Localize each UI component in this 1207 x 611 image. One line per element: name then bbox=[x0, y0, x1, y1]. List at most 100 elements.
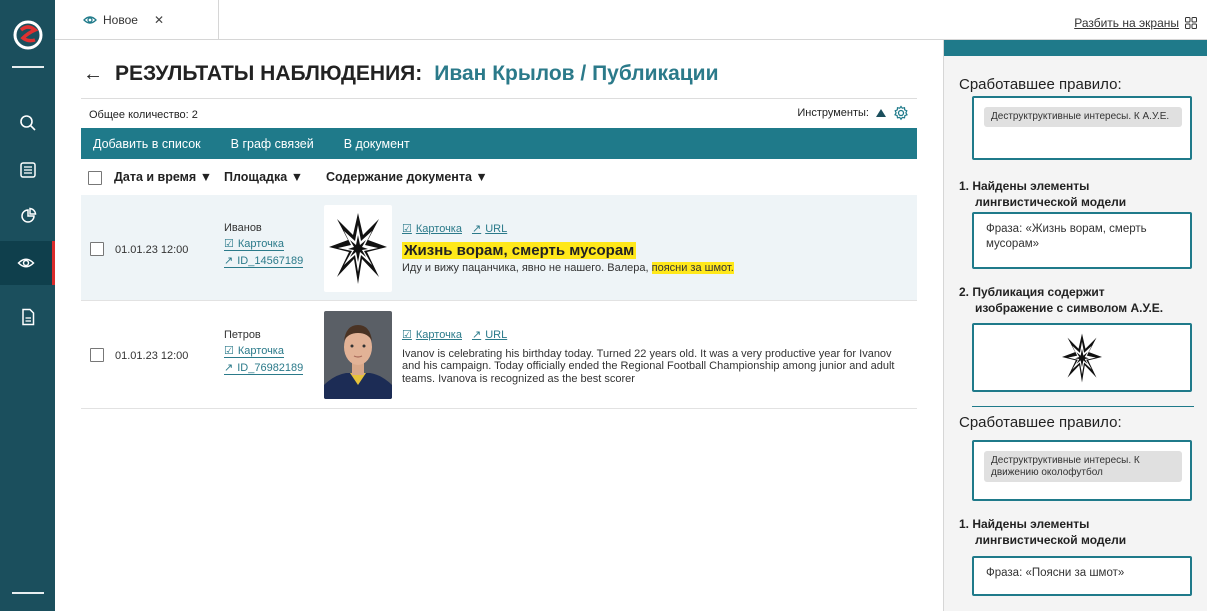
table-row[interactable]: 01.01.23 12:00 Петров ☑ Карточка ↗ ID_7698… bbox=[81, 301, 917, 409]
triangle-up-icon[interactable] bbox=[875, 108, 887, 118]
add-to-list-button[interactable]: Добавить в список bbox=[93, 137, 201, 151]
action-bar: Добавить в список В граф связей В докуме… bbox=[81, 128, 917, 159]
step-linguistic: 1. Найдены элементы лингвистической моде… bbox=[959, 516, 1126, 548]
search-icon[interactable] bbox=[16, 111, 40, 135]
thumbnail-person-photo[interactable] bbox=[324, 311, 392, 399]
gear-icon[interactable] bbox=[893, 105, 909, 121]
rule-heading: Сработавшее правило: bbox=[959, 414, 1122, 431]
left-rail bbox=[0, 0, 55, 611]
card-icon: ☑ bbox=[402, 329, 412, 341]
to-graph-button[interactable]: В граф связей bbox=[231, 137, 314, 151]
grid-icon bbox=[1185, 17, 1197, 29]
sort-down-icon: ▼ bbox=[475, 170, 488, 184]
phrase-text: Фраза: «Поясни за шмот» bbox=[986, 567, 1125, 579]
card-link[interactable]: ☑ Карточка bbox=[224, 237, 284, 251]
document-title[interactable]: Жизнь ворам, смерть мусорам bbox=[402, 242, 637, 259]
card-link-label: Карточка bbox=[237, 344, 284, 357]
sort-down-icon: ▼ bbox=[199, 170, 213, 184]
rail-divider-bottom bbox=[12, 592, 44, 594]
rule-panel: Сработавшее правило: Деструктруктивные и… bbox=[943, 40, 1207, 611]
card-link[interactable]: ☑ Карточка bbox=[402, 222, 462, 236]
document-body: Ivanov is celebrating his birthday today… bbox=[402, 348, 895, 385]
step-label-cont: лингвистической модели bbox=[975, 195, 1127, 210]
card-icon: ☑ bbox=[224, 238, 234, 250]
tools-label: Инструменты: bbox=[797, 107, 869, 119]
star-symbol-icon bbox=[1062, 333, 1102, 382]
eye-icon[interactable] bbox=[0, 241, 55, 285]
column-content-label: Содержание документа bbox=[326, 170, 472, 184]
to-document-button[interactable]: В документ bbox=[344, 137, 410, 151]
row-content: ☑ Карточка ↗ URL Жизнь ворам, смерть мусор… bbox=[402, 222, 907, 274]
content-card-link-label: Карточка bbox=[415, 222, 462, 235]
rail-divider bbox=[12, 66, 44, 68]
select-all-checkbox[interactable] bbox=[88, 171, 102, 185]
title-subtitle: Иван Крылов / Публикации bbox=[434, 62, 719, 85]
id-link[interactable]: ↗ ID_14567189 bbox=[224, 254, 304, 268]
step-image: 2. Публикация содержит изображение с сим… bbox=[959, 284, 1163, 316]
phrase-box[interactable]: Фраза: «Жизнь ворам, смерть мусорам» bbox=[972, 212, 1192, 269]
list-icon[interactable] bbox=[16, 158, 40, 182]
back-arrow-icon[interactable]: ← bbox=[83, 63, 103, 86]
card-link[interactable]: ☑ Карточка bbox=[224, 344, 284, 358]
page-title: ← РЕЗУЛЬТАТЫ НАБЛЮДЕНИЯ: Иван Крылов / П… bbox=[83, 62, 718, 86]
logo-icon[interactable] bbox=[13, 20, 43, 50]
step-label-cont: изображение с символом А.У.Е. bbox=[975, 301, 1164, 316]
url-link[interactable]: ↗ URL bbox=[471, 328, 508, 342]
table-header: Дата и время ▼ Площадка ▼ Содержание док… bbox=[81, 159, 917, 195]
column-platform[interactable]: Площадка ▼ bbox=[224, 170, 303, 184]
document-body-text: Иду и вижу пацанчика, явно не нашего. Ва… bbox=[402, 262, 649, 274]
title-text: РЕЗУЛЬТАТЫ НАБЛЮДЕНИЯ: bbox=[115, 62, 423, 85]
card-icon: ☑ bbox=[224, 345, 234, 357]
card-icon: ☑ bbox=[402, 223, 412, 235]
column-date-label: Дата и время bbox=[114, 170, 197, 184]
step-label: 2. Публикация содержит bbox=[959, 285, 1105, 299]
step-label: 1. Найдены элементы bbox=[959, 179, 1090, 193]
column-date[interactable]: Дата и время ▼ bbox=[114, 170, 212, 184]
row-platform: Петров ☑ Карточка ↗ ID_76982189 bbox=[224, 329, 304, 378]
external-link-icon: ↗ bbox=[224, 255, 234, 267]
tab-label: Новое bbox=[103, 13, 138, 27]
external-link-icon: ↗ bbox=[471, 329, 482, 341]
rule-box[interactable]: Деструктруктивные интересы. К А.У.Е. bbox=[972, 96, 1192, 160]
rule-tag: Деструктруктивные интересы. К движению о… bbox=[984, 451, 1182, 482]
thumbnail-star-symbol[interactable] bbox=[324, 205, 392, 292]
total-count: Общее количество: 2 bbox=[89, 109, 198, 121]
eye-icon bbox=[83, 16, 97, 24]
card-link[interactable]: ☑ Карточка bbox=[402, 328, 462, 342]
split-label: Разбить на экраны bbox=[1074, 16, 1179, 30]
document-icon[interactable] bbox=[16, 305, 40, 329]
table-row[interactable]: 01.01.23 12:00 Иванов ☑ Карточка ↗ ID_1456… bbox=[81, 195, 917, 301]
tab-new[interactable]: Новое ✕ bbox=[79, 0, 219, 40]
rule-box[interactable]: Деструктруктивные интересы. К движению о… bbox=[972, 440, 1192, 501]
external-link-icon: ↗ bbox=[471, 223, 482, 235]
row-date: 01.01.23 12:00 bbox=[115, 350, 189, 362]
panel-divider bbox=[972, 406, 1194, 407]
step-linguistic: 1. Найдены элементы лингвистической моде… bbox=[959, 178, 1126, 210]
split-screens-button[interactable]: Разбить на экраны bbox=[1074, 16, 1197, 30]
count-bar: Общее количество: 2 Инструменты: bbox=[81, 98, 917, 128]
author-name: Иванов bbox=[224, 222, 262, 234]
content-url-link-label: URL bbox=[485, 328, 508, 341]
column-content[interactable]: Содержание документа ▼ bbox=[326, 170, 488, 184]
id-link-label: ID_14567189 bbox=[237, 254, 304, 267]
step-label: 1. Найдены элементы bbox=[959, 517, 1090, 531]
row-checkbox[interactable] bbox=[90, 242, 104, 256]
close-icon[interactable]: ✕ bbox=[154, 13, 164, 27]
app-window: Новое ✕ Разбить на экраны ← РЕЗУЛЬТАТЫ Н… bbox=[0, 0, 1207, 611]
pie-chart-icon[interactable] bbox=[16, 204, 40, 228]
image-box[interactable] bbox=[972, 323, 1192, 392]
phrase-box[interactable]: Фраза: «Поясни за шмот» bbox=[972, 556, 1192, 596]
rule-tag: Деструктруктивные интересы. К А.У.Е. bbox=[984, 107, 1182, 127]
highlighted-phrase: поясни за шмот. bbox=[651, 262, 734, 274]
card-link-label: Карточка bbox=[237, 237, 284, 250]
phrase-text: Фраза: «Жизнь ворам, смерть мусорам» bbox=[986, 223, 1147, 250]
tab-bar: Новое ✕ Разбить на экраны bbox=[55, 0, 1207, 40]
row-content: ☑ Карточка ↗ URL Ivanov is celebrating his… bbox=[402, 328, 907, 385]
row-checkbox[interactable] bbox=[90, 348, 104, 362]
id-link[interactable]: ↗ ID_76982189 bbox=[224, 361, 304, 375]
content-url-link-label: URL bbox=[485, 222, 508, 235]
tools-menu[interactable]: Инструменты: bbox=[797, 105, 909, 121]
url-link[interactable]: ↗ URL bbox=[471, 222, 508, 236]
id-link-label: ID_76982189 bbox=[237, 361, 304, 374]
rule-heading: Сработавшее правило: bbox=[959, 76, 1122, 93]
